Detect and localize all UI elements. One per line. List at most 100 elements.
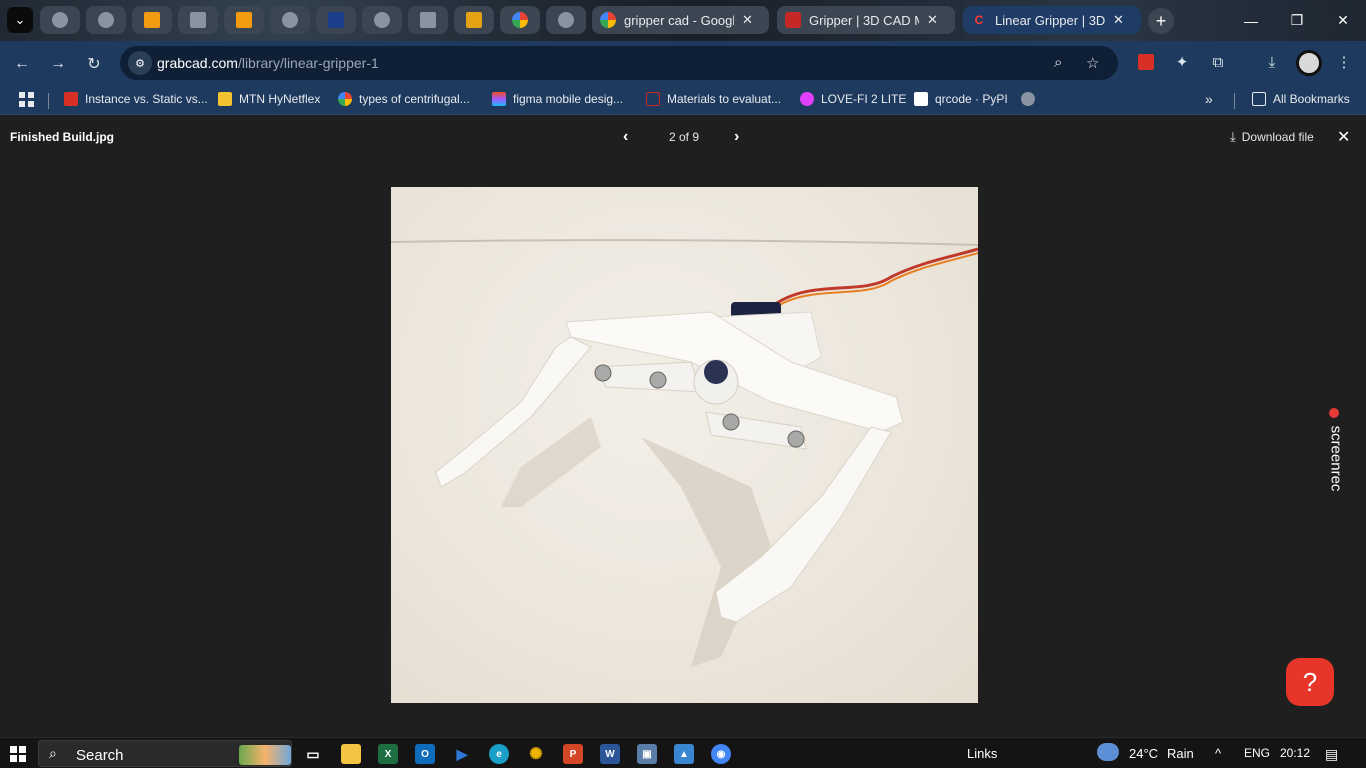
forward-button[interactable]: → (45, 51, 71, 77)
pinned-tab[interactable] (40, 6, 80, 34)
next-image-button[interactable]: › (734, 128, 739, 146)
bookmark-favicon (218, 92, 232, 106)
pinned-tab[interactable] (86, 6, 126, 34)
previous-image-button[interactable]: ‹ (623, 128, 628, 146)
pinned-tab[interactable] (224, 6, 264, 34)
notifications-icon[interactable]: ▤ (1325, 746, 1338, 763)
restore-button[interactable]: ❐ (1274, 0, 1320, 41)
url-text[interactable]: grabcad.com/library/linear-gripper-1 (157, 55, 379, 71)
pinned-tab[interactable] (178, 6, 218, 34)
tab-search-button[interactable]: ⌄ (7, 7, 33, 33)
close-window-button[interactable]: ✕ (1320, 0, 1366, 41)
reload-button[interactable]: ↻ (81, 51, 107, 77)
file-explorer-icon[interactable] (341, 744, 361, 764)
profile-avatar[interactable] (1296, 50, 1322, 76)
search-icon: ⌕ (49, 745, 57, 761)
pinned-tab[interactable] (270, 6, 310, 34)
site-info-icon[interactable]: ⚙ (128, 51, 152, 75)
tab-title: gripper cad - Google (624, 12, 734, 28)
bookmark-item[interactable]: LOVE-FI 2 LITE (800, 92, 906, 106)
tab-strip: ⌄ gripper cad - Google ✕ Gripper | 3D CA… (0, 0, 1366, 41)
address-bar[interactable]: ⚙ grabcad.com/library/linear-gripper-1 ⌕… (120, 46, 1118, 80)
extension-dark-icon[interactable]: ✦ (1172, 52, 1192, 72)
pinned-tab[interactable] (408, 6, 448, 34)
pinned-tab[interactable] (546, 6, 586, 34)
tab-gripper-3d-cad[interactable]: Gripper | 3D CAD Mo ✕ (777, 6, 955, 34)
bookmark-star-icon[interactable]: ☆ (1086, 54, 1099, 72)
downloads-icon[interactable]: ⤓ (1262, 52, 1282, 72)
bookmark-label: figma mobile desig... (513, 92, 624, 106)
rain-cloud-icon[interactable] (1097, 743, 1119, 761)
minimize-button[interactable]: — (1228, 0, 1274, 41)
excel-icon[interactable]: X (378, 744, 398, 764)
pinned-tab[interactable] (500, 6, 540, 34)
bookmarks-overflow-button[interactable]: » (1205, 91, 1213, 107)
outlook-icon[interactable]: O (415, 744, 435, 764)
close-icon[interactable]: ✕ (742, 12, 753, 28)
bookmark-item[interactable]: figma mobile desig... (492, 92, 623, 106)
links-toolbar[interactable]: Links (967, 746, 997, 761)
browser-toolbar: ← → ↻ ⚙ grabcad.com/library/linear-gripp… (0, 41, 1366, 85)
all-bookmarks-button[interactable]: All Bookmarks (1252, 92, 1350, 106)
download-label: Download file (1241, 130, 1314, 144)
bookmark-item[interactable]: Instance vs. Static vs... (64, 92, 208, 106)
taskbar-search[interactable]: ⌕ Search (38, 740, 292, 767)
globe-icon (282, 12, 298, 28)
bookmark-label: Materials to evaluat... (667, 92, 782, 106)
powerpoint-icon[interactable]: P (563, 744, 583, 764)
temperature[interactable]: 24°C (1129, 746, 1158, 761)
weather-condition[interactable]: Rain (1167, 746, 1194, 761)
app-icon (420, 12, 436, 28)
ubuntu-icon (466, 12, 482, 28)
bookmark-favicon (800, 92, 814, 106)
menu-icon[interactable]: ⋮ (1334, 52, 1354, 72)
pinned-tab[interactable] (132, 6, 172, 34)
photos-icon[interactable]: ▲ (674, 744, 694, 764)
close-icon[interactable]: ✕ (927, 12, 938, 28)
task-view-icon[interactable]: ▭ (303, 744, 323, 764)
all-bookmarks-label: All Bookmarks (1273, 92, 1350, 106)
extensions-puzzle-icon[interactable]: ⧉ (1208, 52, 1228, 72)
pinned-tab[interactable] (362, 6, 402, 34)
download-file-button[interactable]: ⤓ Download file (1230, 129, 1314, 145)
new-tab-button[interactable]: + (1148, 8, 1174, 34)
close-icon[interactable]: ✕ (1113, 12, 1124, 28)
extension-red-icon[interactable] (1136, 52, 1156, 72)
word-icon[interactable]: W (600, 744, 620, 764)
windows-start-icon[interactable] (10, 746, 26, 762)
image-counter: 2 of 9 (669, 130, 700, 144)
google-icon (600, 12, 616, 28)
bookmark-item[interactable] (1021, 92, 1042, 106)
bookmark-item[interactable]: types of centrifugal... (338, 92, 470, 106)
clock[interactable]: 20:12 (1280, 746, 1310, 760)
bookmark-item[interactable]: Materials to evaluat... (646, 92, 781, 106)
sunflower-icon[interactable]: ✺ (526, 744, 546, 764)
tab-gripper-cad-google[interactable]: gripper cad - Google ✕ (592, 6, 769, 34)
google-icon (338, 92, 352, 106)
remote-desktop-icon[interactable]: ▣ (637, 744, 657, 764)
screenrec-watermark: screenrec (1325, 406, 1345, 496)
globe-icon (52, 12, 68, 28)
pinned-tab[interactable] (454, 6, 494, 34)
tab-linear-gripper[interactable]: C Linear Gripper | 3D C ✕ (963, 6, 1141, 34)
search-highlight-image (239, 745, 291, 765)
bookmark-item[interactable]: MTN HyNetflex (218, 92, 320, 106)
close-viewer-button[interactable]: ✕ (1337, 127, 1350, 147)
image-pager: ‹ 2 of 9 › (620, 128, 746, 146)
file-name: Finished Build.jpg (10, 130, 114, 144)
bookmark-item[interactable]: qrcode · PyPI (914, 92, 1008, 106)
language-indicator[interactable]: ENG (1244, 746, 1270, 760)
back-button[interactable]: ← (9, 51, 35, 77)
pinned-tab[interactable] (316, 6, 356, 34)
edge-icon[interactable]: e (489, 744, 509, 764)
bookmark-label: LOVE-FI 2 LITE (821, 92, 907, 106)
help-button[interactable]: ? (1286, 658, 1334, 706)
bookmark-label: types of centrifugal... (359, 92, 470, 106)
globe-icon (374, 12, 390, 28)
apps-grid-icon[interactable] (19, 92, 34, 107)
chrome-icon[interactable]: ◉ (711, 744, 731, 764)
zoom-icon[interactable]: ⌕ (1054, 54, 1062, 71)
divider (48, 93, 49, 109)
tray-chevron-icon[interactable]: ^ (1215, 746, 1221, 761)
power-automate-icon[interactable]: ▶ (452, 744, 472, 764)
